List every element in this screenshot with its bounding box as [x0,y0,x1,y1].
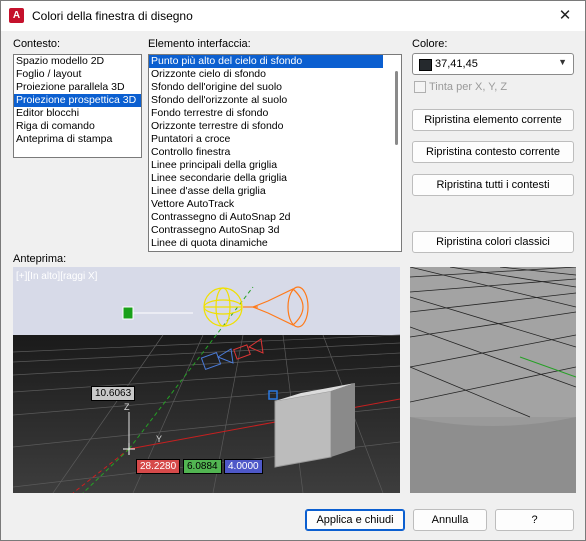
chevron-down-icon: ▼ [558,57,567,67]
element-item[interactable]: Sfondo dell'origine del suolo [149,81,401,94]
y-axis-line [128,286,254,450]
coord-z-field: 4.0000 [224,459,263,474]
perspective-grid [410,267,576,493]
color-dropdown[interactable]: 37,41,45 ▼ [412,53,574,75]
element-item-selected[interactable]: Punto più alto del cielo di sfondo [149,55,383,68]
tint-checkbox-label: Tinta per X, Y, Z [429,81,508,93]
context-label: Contesto: [13,38,61,50]
element-label: Elemento interfaccia: [148,38,251,50]
dialog-window: A Colori della finestra di disegno ✕ Con… [0,0,586,541]
cube-side [331,383,355,457]
x-axis-line [128,398,400,450]
element-scrollbar[interactable] [391,55,401,251]
help-button[interactable]: ? [495,509,574,531]
context-item[interactable]: Foglio / layout [14,68,141,81]
element-item[interactable]: Linee principali della griglia [149,159,401,172]
axis-z-label: Z [124,402,130,412]
restore-element-button[interactable]: Ripristina elemento corrente [412,109,574,131]
restore-classic-button[interactable]: Ripristina colori classici [412,231,574,253]
cube-front [274,390,332,468]
close-button[interactable]: ✕ [555,6,575,26]
autosnap-marker [268,390,278,400]
context-item-selected[interactable]: Proiezione prospettica 3D [14,94,141,107]
y-axis-dash [82,448,130,493]
context-item[interactable]: Spazio modello 2D [14,55,141,68]
context-listbox[interactable]: Spazio modello 2D Foglio / layout Proiez… [13,54,142,158]
context-item[interactable]: Proiezione parallela 3D [14,81,141,94]
restore-context-button[interactable]: Ripristina contesto corrente [412,141,574,163]
element-item[interactable]: Contrassegno AutoSnap 3d [149,224,401,237]
dialog-title: Colori della finestra di disegno [32,9,193,23]
crosshair-cursor-icon [123,443,135,455]
preview-label: Anteprima: [13,253,67,265]
context-item[interactable]: Editor blocchi [14,107,141,120]
dimension-value: 10.6063 [91,386,136,401]
element-item[interactable]: Linee d'asse della griglia [149,185,401,198]
element-item[interactable]: Linee secondarie della griglia [149,172,401,185]
element-item[interactable]: Puntatori a croce [149,133,401,146]
element-item[interactable]: Orizzonte terrestre di sfondo [149,120,401,133]
restore-all-button[interactable]: Ripristina tutti i contesti [412,174,574,196]
x-axis-dash [72,448,130,493]
element-item[interactable]: Sfondo dell'orizzonte al suolo [149,94,401,107]
title-bar: A Colori della finestra di disegno ✕ [1,1,585,31]
element-item[interactable]: Contrassegno di AutoSnap 2d [149,211,401,224]
element-item[interactable]: Vettore AutoTrack [149,198,401,211]
element-listbox[interactable]: Punto più alto del cielo di sfondo Orizz… [148,54,402,252]
spot-light-icon[interactable] [243,286,309,328]
ucs-grip-icon[interactable] [122,306,134,320]
tint-checkbox[interactable] [414,81,426,93]
scrollbar-thumb[interactable] [395,71,398,145]
element-item[interactable]: Linee di quota dinamiche [149,237,401,250]
cancel-button[interactable]: Annulla [413,509,487,531]
element-item[interactable]: Fondo terrestre di sfondo [149,107,401,120]
preview-perspective [410,267,576,493]
element-item[interactable]: Controllo finestra [149,146,401,159]
apply-close-button[interactable]: Applica e chiudi [305,509,405,531]
context-item[interactable]: Anteprima di stampa [14,133,141,146]
axis-y-label: Y [156,434,163,444]
point-light-icon[interactable] [203,287,243,327]
context-item[interactable]: Riga di comando [14,120,141,133]
preview-viewport: [+][In alto][raggi X] 10.6063 Z Y 28.228… [13,267,400,493]
color-value: 37,41,45 [435,58,478,70]
element-item[interactable]: Orizzonte cielo di sfondo [149,68,401,81]
coord-y-field: 6.0884 [183,459,222,474]
autocad-logo-icon: A [9,8,24,23]
color-swatch [419,59,432,71]
coord-x-field: 28.2280 [136,459,181,474]
color-label: Colore: [412,38,448,50]
viewport-control-label[interactable]: [+][In alto][raggi X] [16,271,97,282]
